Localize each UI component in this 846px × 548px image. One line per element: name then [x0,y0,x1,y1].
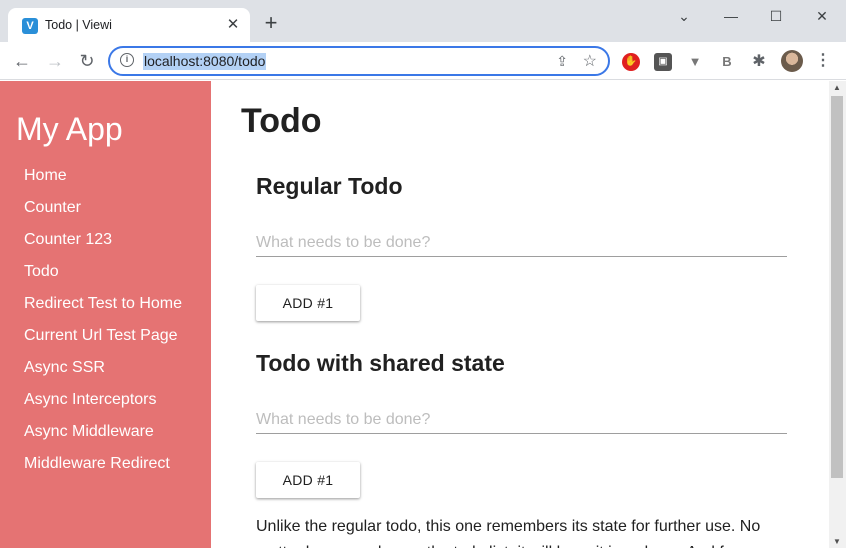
profile-avatar[interactable] [781,50,803,72]
tab-search-chevron-down-icon[interactable]: ⌄ [669,4,699,28]
sidebar-item-counter-123[interactable]: Counter 123 [24,230,182,262]
viewi-favicon-icon: V [22,18,38,34]
scrollbar-thumb[interactable] [831,96,843,478]
tab-title: Todo | Viewi [45,18,112,32]
scroll-down-arrow-icon[interactable]: ▼ [833,537,841,546]
sidebar-item-async-interceptors[interactable]: Async Interceptors [24,390,182,422]
back-arrow-icon[interactable]: ← [10,50,34,72]
sidebar-item-middleware-redirect[interactable]: Middleware Redirect [24,454,182,486]
shared-todo-input[interactable] [256,406,787,434]
sidebar-item-todo[interactable]: Todo [24,262,182,294]
sidebar-item-current-url-test[interactable]: Current Url Test Page [24,326,182,358]
regular-add-button[interactable]: ADD #1 [256,285,360,321]
puzzle-extensions-icon[interactable]: ✱ [750,53,768,71]
bookmark-extension-icon[interactable]: B [718,53,736,71]
forward-arrow-icon[interactable]: → [43,50,67,72]
shared-add-button[interactable]: ADD #1 [256,462,360,498]
app-title: My App [16,111,123,147]
sidebar-item-async-middleware[interactable]: Async Middleware [24,422,182,454]
page-scrollbar[interactable]: ▲ ▼ [829,81,846,548]
page-title: Todo [241,102,322,140]
maximize-button[interactable]: ☐ [761,4,791,28]
minimize-button[interactable]: — [716,4,746,28]
regular-todo-input[interactable] [256,229,787,257]
sidebar: My App Home Counter Counter 123 Todo Red… [0,81,211,548]
sidebar-item-redirect-test[interactable]: Redirect Test to Home [24,294,182,326]
sidebar-item-async-ssr[interactable]: Async SSR [24,358,182,390]
sidebar-nav: Home Counter Counter 123 Todo Redirect T… [24,166,182,486]
page-viewport: My App Home Counter Counter 123 Todo Red… [0,81,829,548]
url-text[interactable]: localhost:8080/todo [143,53,267,70]
scroll-up-arrow-icon[interactable]: ▲ [833,83,841,92]
kebab-menu-icon[interactable]: ⋮ [815,51,831,71]
sidebar-item-home[interactable]: Home [24,166,182,198]
new-tab-button[interactable]: + [260,12,282,34]
tab-close-icon[interactable]: ✕ [224,16,242,34]
browser-tab[interactable]: V Todo | Viewi ✕ [8,8,250,42]
bookmark-star-icon[interactable]: ☆ [583,51,597,71]
sidebar-item-counter[interactable]: Counter [24,198,182,230]
shared-todo-title: Todo with shared state [256,350,505,376]
shared-todo-description: Unlike the regular todo, this one rememb… [256,518,779,548]
screenshot-extension-icon[interactable]: ▣ [654,53,672,71]
reload-icon[interactable]: ↻ [75,50,99,72]
browser-toolbar: ← → ↻ i localhost:8080/todo ⇪ ☆ ✋ ▣ ▼ B … [0,42,846,80]
site-info-icon[interactable]: i [120,53,134,67]
adblock-extension-icon[interactable]: ✋ [622,53,640,71]
vue-devtools-extension-icon[interactable]: ▼ [686,53,704,71]
main-content: Todo Regular Todo ADD #1 Todo with share… [211,81,829,548]
regular-todo-title: Regular Todo [256,173,403,199]
address-bar[interactable]: i localhost:8080/todo ⇪ ☆ [108,46,610,76]
tab-strip: V Todo | Viewi ✕ + ⌄ — ☐ ✕ [0,0,846,42]
close-window-button[interactable]: ✕ [807,4,837,28]
share-icon[interactable]: ⇪ [556,53,568,70]
